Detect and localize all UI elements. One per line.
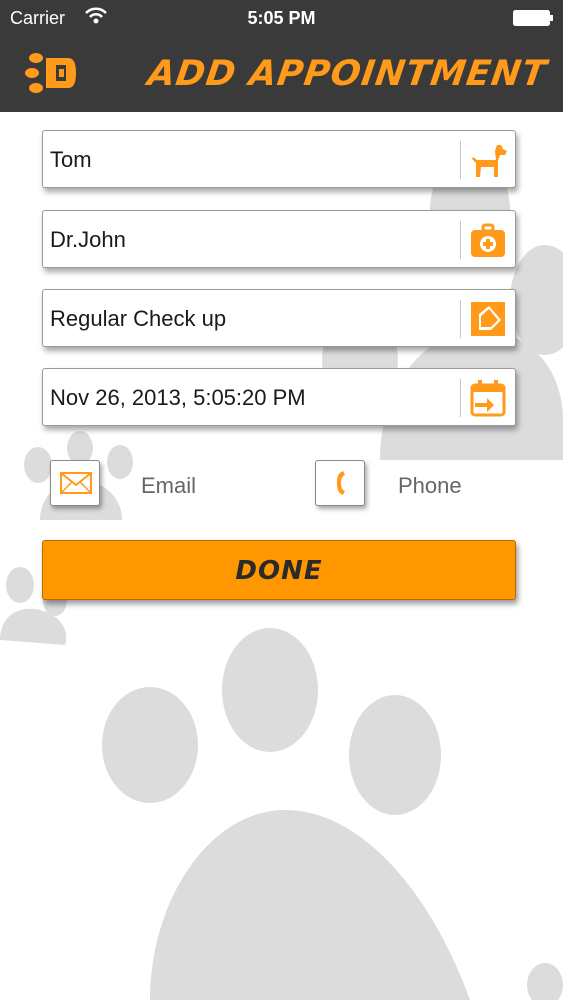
status-time: 5:05 PM [247,8,316,28]
field-divider [460,300,461,338]
note-icon [471,302,505,336]
done-button-label: DONE [235,556,323,586]
phone-label: Phone [398,473,462,498]
medical-kit-icon [471,223,505,257]
field-divider [460,141,461,179]
pet-name-field[interactable]: Tom [42,130,516,188]
doctor-value: Dr.John [50,227,126,252]
paw-logo-icon[interactable] [24,50,76,96]
field-divider [460,221,461,259]
nav-bar: ADD APPOINTMENT [0,36,563,112]
status-bar: Carrier 5:05 PM [0,0,563,36]
envelope-icon [60,472,92,494]
page-title: ADD APPOINTMENT [145,54,550,94]
purpose-field[interactable]: Regular Check up [42,289,516,347]
phone-checkbox[interactable] [315,460,365,506]
battery-icon [513,10,553,26]
done-button[interactable]: DONE [42,540,516,600]
dog-icon [472,145,507,177]
datetime-value: Nov 26, 2013, 5:05:20 PM [50,385,306,410]
field-divider [460,379,461,417]
pet-name-value: Tom [50,147,92,172]
email-label: Email [141,473,197,498]
calendar-icon [470,380,506,417]
doctor-field[interactable]: Dr.John [42,210,516,268]
purpose-value: Regular Check up [50,306,227,331]
phone-icon [337,471,345,495]
datetime-field[interactable]: Nov 26, 2013, 5:05:20 PM [42,368,516,426]
email-checkbox[interactable] [50,460,100,506]
